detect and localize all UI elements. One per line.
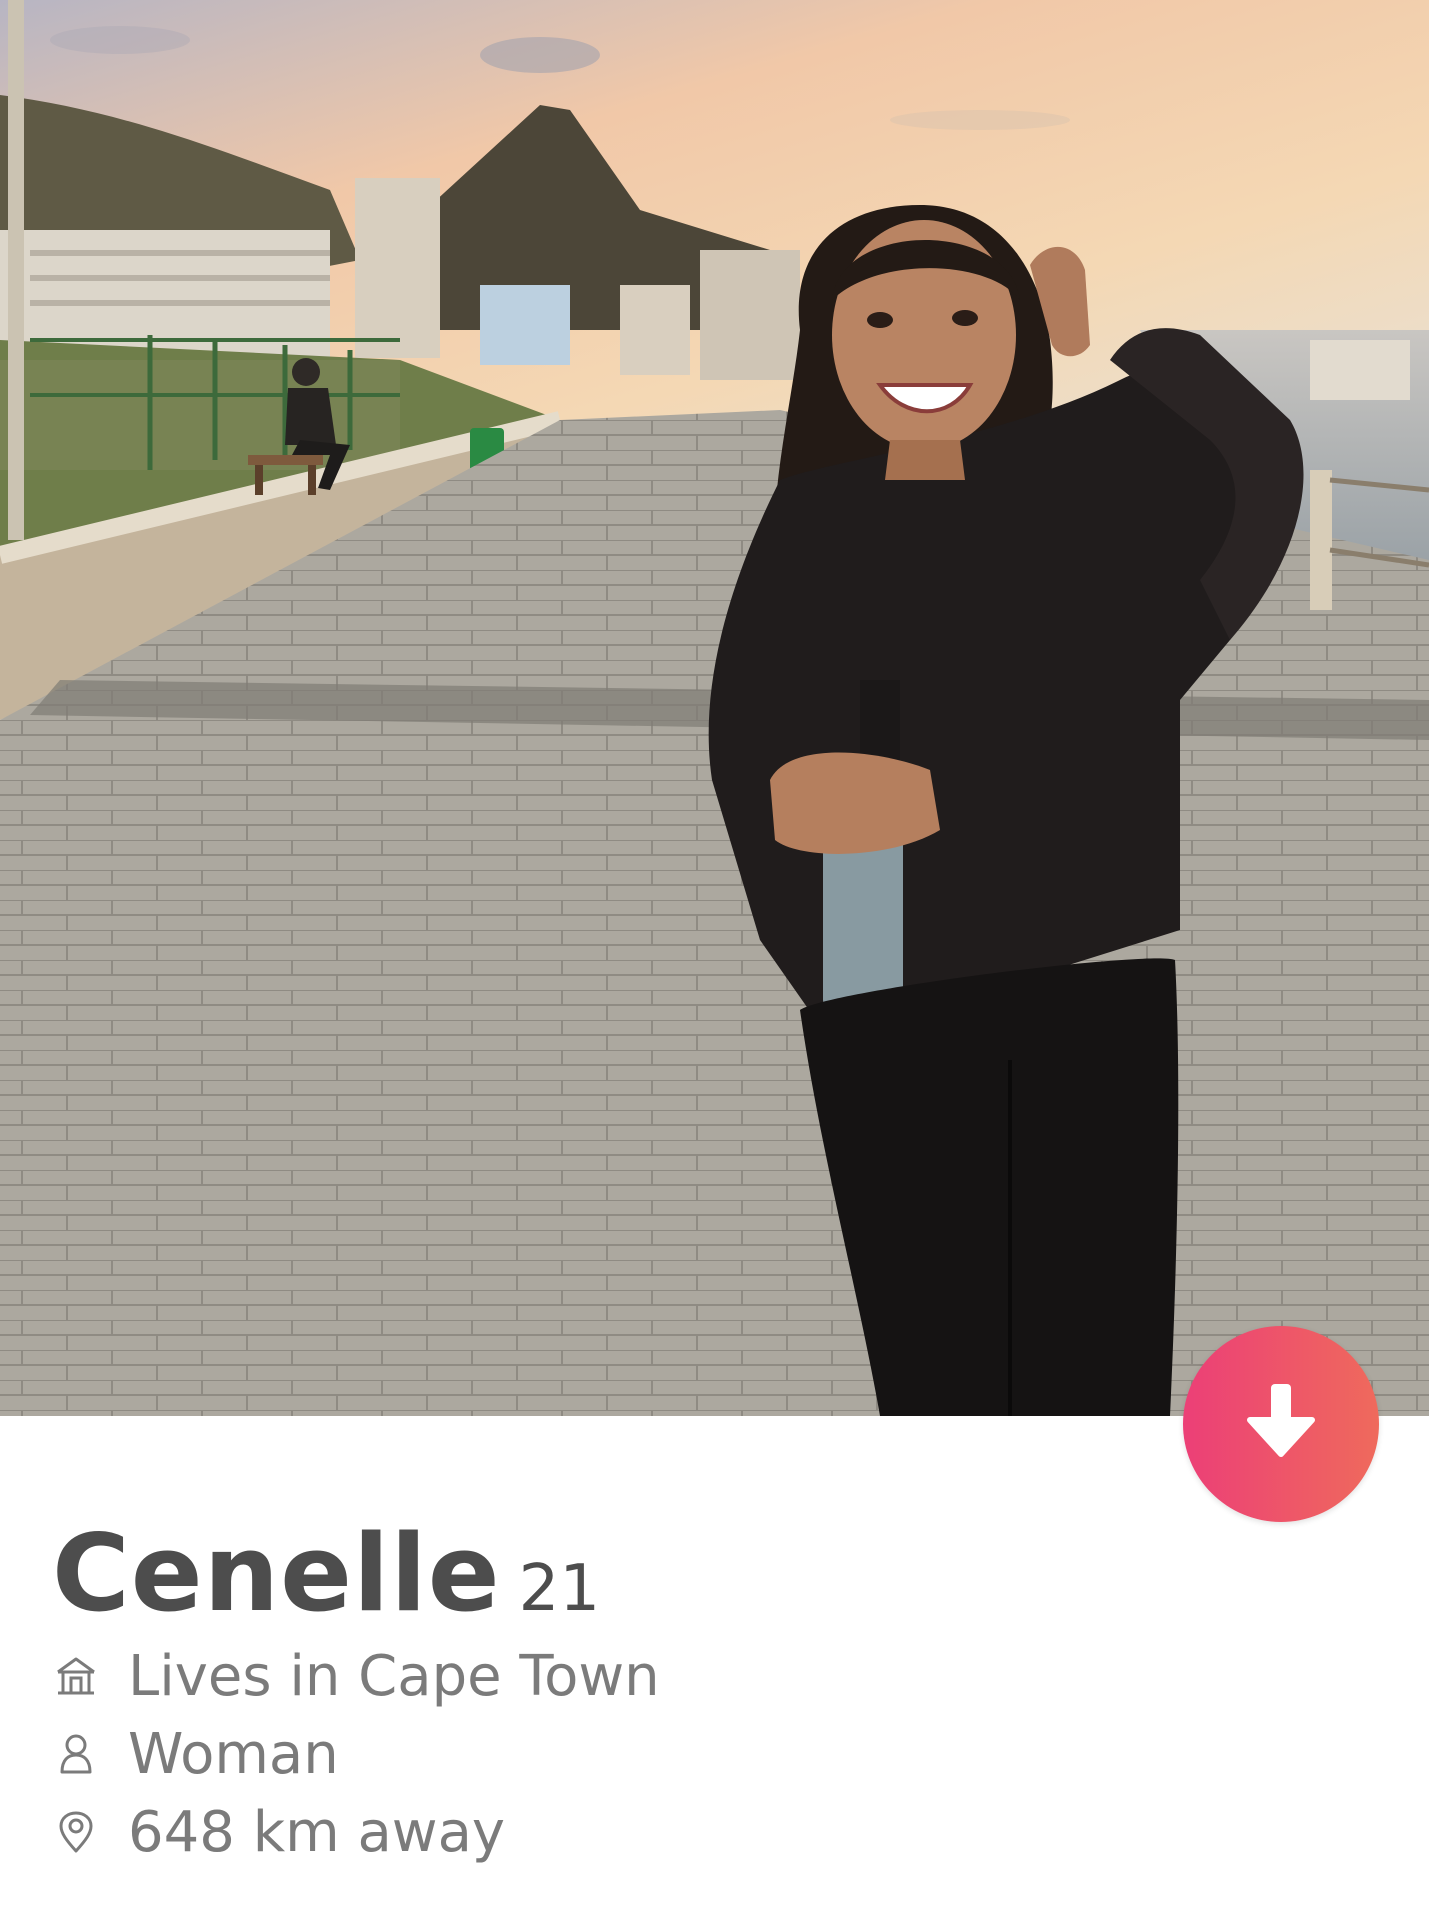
profile-name: Cenelle: [52, 1512, 501, 1635]
detail-gender: Woman: [52, 1721, 339, 1787]
person-icon: [52, 1730, 100, 1778]
profile-info: Cenelle 21 Lives in Cape Town Woman 648 …: [0, 1416, 1429, 1906]
name-row: Cenelle 21: [52, 1512, 600, 1635]
profile-card: Cenelle 21 Lives in Cape Town Woman 648 …: [0, 0, 1429, 1906]
detail-distance: 648 km away: [52, 1799, 506, 1865]
profile-photo[interactable]: [0, 0, 1429, 1416]
profile-age: 21: [518, 1552, 601, 1626]
city-text: Lives in Cape Town: [128, 1643, 660, 1709]
distance-text: 648 km away: [128, 1799, 506, 1865]
home-icon: [52, 1652, 100, 1700]
location-pin-icon: [52, 1808, 100, 1856]
detail-city: Lives in Cape Town: [52, 1643, 660, 1709]
gender-text: Woman: [128, 1721, 339, 1787]
photo-scene: [0, 0, 1429, 1416]
